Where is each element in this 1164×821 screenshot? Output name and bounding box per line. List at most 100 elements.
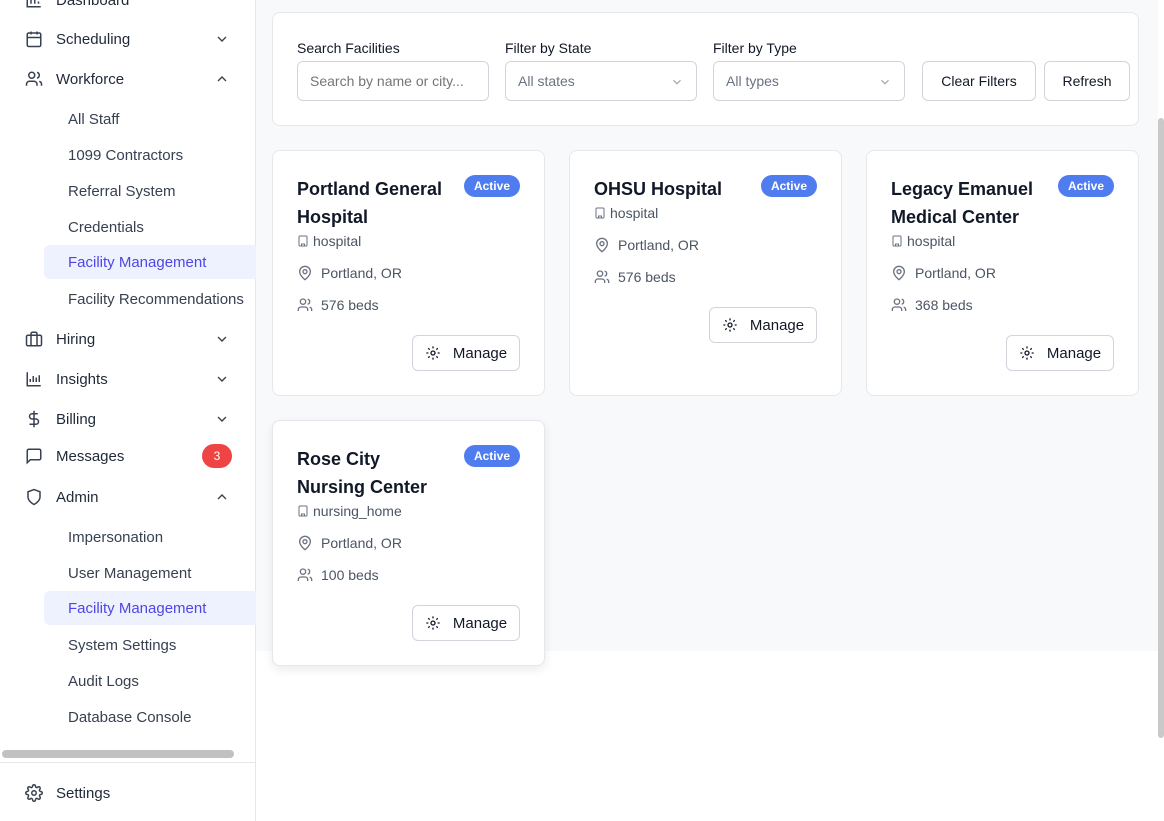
chevron-down-icon <box>214 371 230 387</box>
state-select-value: All states <box>518 73 575 89</box>
users-icon <box>24 69 44 89</box>
nav-billing[interactable]: Billing <box>12 401 244 437</box>
facility-type: hospital <box>594 205 658 221</box>
messages-count-badge: 3 <box>202 444 232 468</box>
message-icon <box>24 446 44 466</box>
building-icon <box>891 235 903 247</box>
facility-name: OHSU Hospital <box>594 179 723 199</box>
facility-beds-label: 368 beds <box>915 297 973 313</box>
sidebar-item-admin-facility-management[interactable]: Facility Management <box>44 591 256 625</box>
chevron-down-icon <box>670 75 684 89</box>
bar-chart-icon <box>24 0 44 10</box>
manage-button-label: Manage <box>452 344 508 362</box>
facility-card: Legacy Emanuel Medical Center Active hos… <box>866 150 1139 396</box>
facility-beds: 576 beds <box>297 297 379 313</box>
facility-type-label: hospital <box>313 233 362 249</box>
chevron-up-icon <box>214 489 230 505</box>
nav-insights-label: Insights <box>56 370 108 388</box>
shield-icon <box>24 487 44 507</box>
nav-workforce[interactable]: Workforce <box>12 61 244 97</box>
facility-type: hospital <box>297 233 361 249</box>
status-badge: Active <box>463 175 520 197</box>
nav-messages[interactable]: Messages 3 <box>12 438 244 474</box>
gear-icon <box>24 783 44 803</box>
sidebar-item-referral-system[interactable]: Referral System <box>44 174 256 208</box>
manage-button-label: Manage <box>749 316 805 334</box>
sidebar-item-impersonation[interactable]: Impersonation <box>44 520 256 554</box>
status-badge: Active <box>760 175 817 197</box>
nav-admin[interactable]: Admin <box>12 479 244 515</box>
status-badge: Active <box>1057 175 1114 197</box>
manage-button[interactable]: Manage <box>412 335 520 371</box>
building-icon <box>594 207 606 219</box>
facility-type-label: hospital <box>610 205 659 221</box>
facility-location-label: Portland, OR <box>321 535 402 551</box>
chevron-down-icon <box>214 31 230 47</box>
nav-dashboard-label: Dashboard <box>56 0 130 9</box>
sidebar-item-facility-management[interactable]: Facility Management <box>44 245 256 279</box>
manage-button[interactable]: Manage <box>412 605 520 641</box>
search-label: Search Facilities <box>297 40 400 56</box>
gear-icon <box>425 345 441 361</box>
sidebar-item-system-settings[interactable]: System Settings <box>44 628 256 662</box>
calendar-icon <box>24 29 44 49</box>
nav-dashboard[interactable]: Dashboard <box>12 0 244 18</box>
facility-beds-label: 576 beds <box>618 269 676 285</box>
facility-location: Portland, OR <box>297 535 402 551</box>
facility-type-label: nursing_home <box>313 503 402 519</box>
manage-button[interactable]: Manage <box>709 307 817 343</box>
sidebar-item-credentials[interactable]: Credentials <box>44 210 256 244</box>
facility-beds-label: 100 beds <box>321 567 379 583</box>
facility-beds: 576 beds <box>594 269 676 285</box>
facility-location: Portland, OR <box>891 265 996 281</box>
gear-icon <box>425 615 441 631</box>
sidebar-item-facility-recommendations[interactable]: Facility Recommendations <box>44 282 256 316</box>
building-icon <box>297 505 309 517</box>
nav-scheduling-label: Scheduling <box>56 30 131 48</box>
facility-name: Rose City Nursing Center <box>297 449 428 497</box>
nav-billing-label: Billing <box>56 410 97 428</box>
sidebar-item-audit-logs[interactable]: Audit Logs <box>44 664 256 698</box>
facility-location: Portland, OR <box>594 237 699 253</box>
refresh-button[interactable]: Refresh <box>1044 61 1130 101</box>
nav-settings[interactable]: Settings <box>12 775 244 811</box>
type-select-value: All types <box>726 73 779 89</box>
facility-type: hospital <box>891 233 955 249</box>
building-icon <box>297 235 309 247</box>
map-pin-icon <box>297 535 313 551</box>
sidebar-item-all-staff[interactable]: All Staff <box>44 102 256 136</box>
state-select[interactable]: All states <box>505 61 697 101</box>
briefcase-icon <box>24 329 44 349</box>
sidebar-scrollbar[interactable] <box>2 750 234 758</box>
clear-filters-button[interactable]: Clear Filters <box>922 61 1036 101</box>
sidebar-item-1099-contractors[interactable]: 1099 Contractors <box>44 138 256 172</box>
nav-hiring[interactable]: Hiring <box>12 321 244 357</box>
sidebar-item-user-management[interactable]: User Management <box>44 556 256 590</box>
nav-scheduling[interactable]: Scheduling <box>12 21 244 57</box>
facility-location-label: Portland, OR <box>915 265 996 281</box>
users-icon <box>297 297 313 313</box>
facility-card: Portland General Hospital Active hospita… <box>272 150 545 396</box>
map-pin-icon <box>594 237 610 253</box>
gear-icon <box>1019 345 1035 361</box>
facility-location: Portland, OR <box>297 265 402 281</box>
nav-insights[interactable]: Insights <box>12 361 244 397</box>
search-input[interactable] <box>297 61 489 101</box>
sidebar-item-database-console[interactable]: Database Console <box>44 700 256 734</box>
facility-beds-label: 576 beds <box>321 297 379 313</box>
main-scrollbar[interactable] <box>1158 118 1164 738</box>
type-select[interactable]: All types <box>713 61 905 101</box>
facility-name: Portland General Hospital <box>297 179 443 227</box>
manage-button[interactable]: Manage <box>1006 335 1114 371</box>
chart-icon <box>24 369 44 389</box>
chevron-down-icon <box>214 331 230 347</box>
users-icon <box>594 269 610 285</box>
facility-card: Rose City Nursing Center Active nursing_… <box>272 420 545 666</box>
chevron-down-icon <box>214 411 230 427</box>
facility-name: Legacy Emanuel Medical Center <box>891 179 1034 227</box>
gear-icon <box>722 317 738 333</box>
nav-admin-label: Admin <box>56 488 99 506</box>
nav-hiring-label: Hiring <box>56 330 96 348</box>
chevron-up-icon <box>214 71 230 87</box>
manage-button-label: Manage <box>452 614 508 632</box>
